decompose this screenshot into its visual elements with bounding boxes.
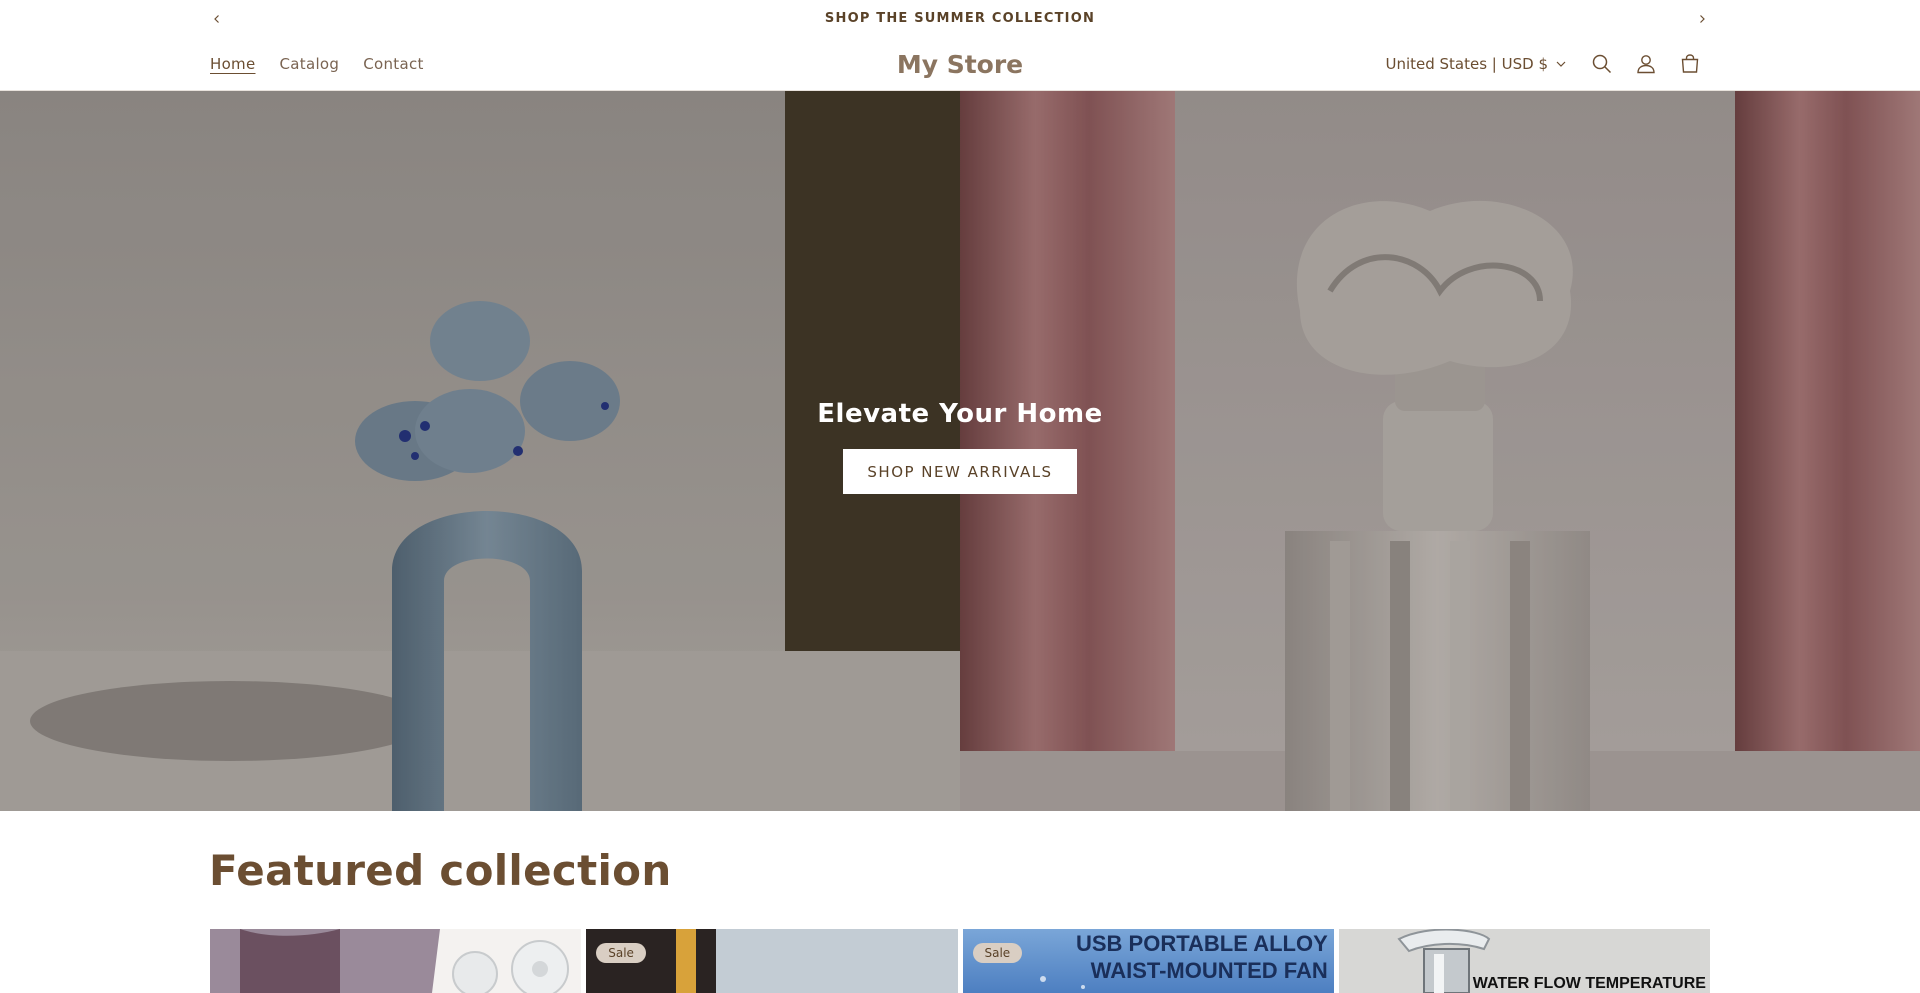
shop-new-arrivals-button[interactable]: SHOP NEW ARRIVALS	[843, 449, 1077, 494]
nav-contact[interactable]: Contact	[363, 55, 423, 73]
product-image	[210, 929, 582, 993]
nav-home[interactable]: Home	[210, 55, 256, 73]
nav-catalog[interactable]: Catalog	[280, 55, 340, 73]
hero-banner: Elevate Your Home SHOP NEW ARRIVALS	[0, 91, 1920, 811]
hero-content: Elevate Your Home SHOP NEW ARRIVALS	[0, 399, 1920, 494]
hero-title: Elevate Your Home	[817, 399, 1103, 429]
product-card[interactable]	[210, 929, 582, 993]
main-nav: Home Catalog Contact	[210, 37, 424, 91]
product-grid: Sale Sale USB PORTABLE ALLOY WAIST-MOUNT…	[210, 929, 1710, 993]
cart-icon[interactable]	[1668, 42, 1712, 86]
product-image-text-line2: WAIST-MOUNTED FAN	[1090, 958, 1328, 983]
product-card[interactable]: Sale	[586, 929, 958, 993]
store-logo[interactable]: My Store	[897, 50, 1023, 79]
product-image-text: WATER FLOW TEMPERATURE	[1472, 975, 1706, 992]
featured-collection-title: Featured collection	[209, 846, 672, 895]
header-actions: United States | USD $	[1385, 37, 1712, 91]
chevron-down-icon	[1556, 61, 1566, 67]
site-header: My Store Home Catalog Contact United Sta…	[0, 37, 1920, 91]
search-icon[interactable]	[1580, 42, 1624, 86]
product-card[interactable]: Sale USB PORTABLE ALLOY WAIST-MOUNTED FA…	[962, 929, 1334, 993]
announcement-text: SHOP THE SUMMER COLLECTION	[824, 11, 1096, 26]
announcement-bar: SHOP THE SUMMER COLLECTION	[0, 0, 1920, 37]
currency-selector[interactable]: United States | USD $	[1385, 55, 1566, 73]
chevron-left-icon[interactable]	[207, 9, 227, 29]
currency-label: United States | USD $	[1385, 55, 1548, 73]
account-icon[interactable]	[1624, 42, 1668, 86]
product-card[interactable]: WATER FLOW TEMPERATURE	[1338, 929, 1710, 993]
sale-badge: Sale	[596, 943, 646, 963]
chevron-right-icon[interactable]	[1692, 9, 1712, 29]
product-image-text-line1: USB PORTABLE ALLOY	[1075, 931, 1328, 956]
sale-badge: Sale	[972, 943, 1023, 963]
